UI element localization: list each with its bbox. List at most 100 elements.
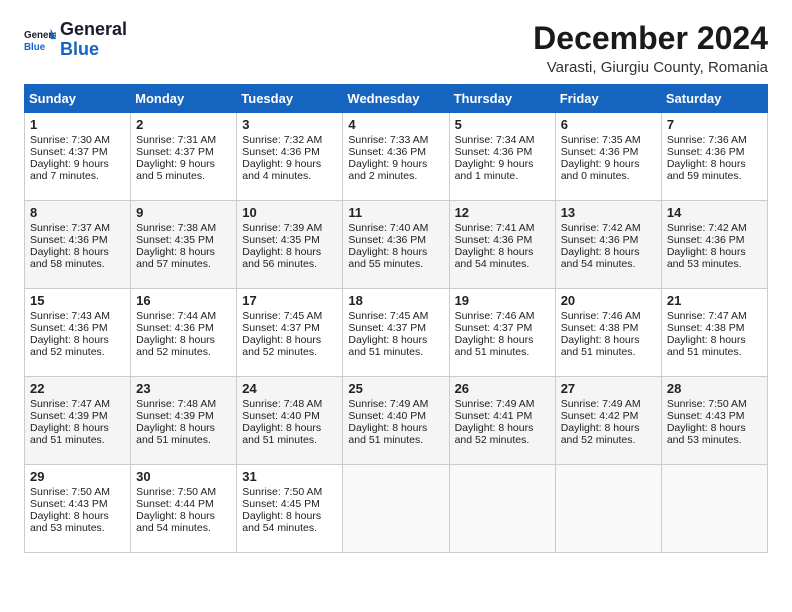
daylight-text: Daylight: 8 hours and 52 minutes. xyxy=(561,422,656,446)
logo-icon: General Blue xyxy=(24,26,56,54)
sunset-text: Sunset: 4:36 PM xyxy=(667,146,762,158)
sunrise-text: Sunrise: 7:47 AM xyxy=(667,310,762,322)
day-number: 4 xyxy=(348,117,443,132)
day-number: 1 xyxy=(30,117,125,132)
sunrise-text: Sunrise: 7:45 AM xyxy=(348,310,443,322)
daylight-text: Daylight: 8 hours and 54 minutes. xyxy=(561,246,656,270)
sunset-text: Sunset: 4:36 PM xyxy=(348,146,443,158)
day-number: 24 xyxy=(242,381,337,396)
day-number: 11 xyxy=(348,205,443,220)
daylight-text: Daylight: 8 hours and 52 minutes. xyxy=(136,334,231,358)
calendar-week-1: 1Sunrise: 7:30 AMSunset: 4:37 PMDaylight… xyxy=(25,113,768,201)
day-number: 2 xyxy=(136,117,231,132)
daylight-text: Daylight: 9 hours and 5 minutes. xyxy=(136,158,231,182)
daylight-text: Daylight: 8 hours and 51 minutes. xyxy=(242,422,337,446)
sunset-text: Sunset: 4:36 PM xyxy=(455,146,550,158)
daylight-text: Daylight: 8 hours and 52 minutes. xyxy=(455,422,550,446)
column-header-wednesday: Wednesday xyxy=(343,85,449,113)
svg-text:Blue: Blue xyxy=(24,42,46,53)
daylight-text: Daylight: 8 hours and 56 minutes. xyxy=(242,246,337,270)
day-number: 27 xyxy=(561,381,656,396)
sunrise-text: Sunrise: 7:30 AM xyxy=(30,134,125,146)
daylight-text: Daylight: 9 hours and 0 minutes. xyxy=(561,158,656,182)
sunrise-text: Sunrise: 7:38 AM xyxy=(136,222,231,234)
daylight-text: Daylight: 8 hours and 54 minutes. xyxy=(242,510,337,534)
sunset-text: Sunset: 4:37 PM xyxy=(136,146,231,158)
day-number: 20 xyxy=(561,293,656,308)
day-number: 14 xyxy=(667,205,762,220)
calendar-cell: 20Sunrise: 7:46 AMSunset: 4:38 PMDayligh… xyxy=(555,289,661,377)
sunset-text: Sunset: 4:36 PM xyxy=(242,146,337,158)
day-number: 7 xyxy=(667,117,762,132)
sunset-text: Sunset: 4:43 PM xyxy=(667,410,762,422)
sunset-text: Sunset: 4:45 PM xyxy=(242,498,337,510)
calendar-cell: 25Sunrise: 7:49 AMSunset: 4:40 PMDayligh… xyxy=(343,377,449,465)
daylight-text: Daylight: 8 hours and 57 minutes. xyxy=(136,246,231,270)
calendar-cell: 30Sunrise: 7:50 AMSunset: 4:44 PMDayligh… xyxy=(131,465,237,553)
calendar-cell: 10Sunrise: 7:39 AMSunset: 4:35 PMDayligh… xyxy=(237,201,343,289)
day-number: 5 xyxy=(455,117,550,132)
location-title: Varasti, Giurgiu County, Romania xyxy=(533,59,768,76)
calendar-body: 1Sunrise: 7:30 AMSunset: 4:37 PMDaylight… xyxy=(25,113,768,553)
sunrise-text: Sunrise: 7:50 AM xyxy=(242,486,337,498)
sunset-text: Sunset: 4:36 PM xyxy=(30,234,125,246)
calendar-header: SundayMondayTuesdayWednesdayThursdayFrid… xyxy=(25,85,768,113)
calendar-cell: 13Sunrise: 7:42 AMSunset: 4:36 PMDayligh… xyxy=(555,201,661,289)
sunset-text: Sunset: 4:36 PM xyxy=(30,322,125,334)
sunset-text: Sunset: 4:36 PM xyxy=(667,234,762,246)
sunset-text: Sunset: 4:41 PM xyxy=(455,410,550,422)
calendar-cell: 27Sunrise: 7:49 AMSunset: 4:42 PMDayligh… xyxy=(555,377,661,465)
daylight-text: Daylight: 8 hours and 52 minutes. xyxy=(242,334,337,358)
day-number: 10 xyxy=(242,205,337,220)
sunset-text: Sunset: 4:40 PM xyxy=(348,410,443,422)
calendar-cell: 6Sunrise: 7:35 AMSunset: 4:36 PMDaylight… xyxy=(555,113,661,201)
day-number: 21 xyxy=(667,293,762,308)
daylight-text: Daylight: 8 hours and 54 minutes. xyxy=(136,510,231,534)
day-number: 25 xyxy=(348,381,443,396)
day-number: 28 xyxy=(667,381,762,396)
day-number: 6 xyxy=(561,117,656,132)
sunrise-text: Sunrise: 7:32 AM xyxy=(242,134,337,146)
calendar-week-3: 15Sunrise: 7:43 AMSunset: 4:36 PMDayligh… xyxy=(25,289,768,377)
calendar-cell: 29Sunrise: 7:50 AMSunset: 4:43 PMDayligh… xyxy=(25,465,131,553)
day-number: 22 xyxy=(30,381,125,396)
day-number: 3 xyxy=(242,117,337,132)
sunset-text: Sunset: 4:43 PM xyxy=(30,498,125,510)
day-number: 26 xyxy=(455,381,550,396)
day-number: 18 xyxy=(348,293,443,308)
daylight-text: Daylight: 8 hours and 55 minutes. xyxy=(348,246,443,270)
sunset-text: Sunset: 4:39 PM xyxy=(30,410,125,422)
column-header-saturday: Saturday xyxy=(661,85,767,113)
sunrise-text: Sunrise: 7:50 AM xyxy=(667,398,762,410)
calendar-cell xyxy=(661,465,767,553)
sunrise-text: Sunrise: 7:40 AM xyxy=(348,222,443,234)
calendar-cell: 5Sunrise: 7:34 AMSunset: 4:36 PMDaylight… xyxy=(449,113,555,201)
daylight-text: Daylight: 8 hours and 54 minutes. xyxy=(455,246,550,270)
day-number: 13 xyxy=(561,205,656,220)
sunrise-text: Sunrise: 7:49 AM xyxy=(561,398,656,410)
daylight-text: Daylight: 9 hours and 4 minutes. xyxy=(242,158,337,182)
logo-blue: Blue xyxy=(60,40,127,60)
calendar-cell: 18Sunrise: 7:45 AMSunset: 4:37 PMDayligh… xyxy=(343,289,449,377)
sunrise-text: Sunrise: 7:50 AM xyxy=(30,486,125,498)
sunrise-text: Sunrise: 7:39 AM xyxy=(242,222,337,234)
calendar-cell: 28Sunrise: 7:50 AMSunset: 4:43 PMDayligh… xyxy=(661,377,767,465)
sunrise-text: Sunrise: 7:46 AM xyxy=(455,310,550,322)
sunset-text: Sunset: 4:39 PM xyxy=(136,410,231,422)
sunrise-text: Sunrise: 7:48 AM xyxy=(242,398,337,410)
calendar-cell xyxy=(555,465,661,553)
day-number: 31 xyxy=(242,469,337,484)
day-number: 29 xyxy=(30,469,125,484)
calendar-cell: 21Sunrise: 7:47 AMSunset: 4:38 PMDayligh… xyxy=(661,289,767,377)
sunset-text: Sunset: 4:38 PM xyxy=(667,322,762,334)
daylight-text: Daylight: 9 hours and 2 minutes. xyxy=(348,158,443,182)
day-number: 17 xyxy=(242,293,337,308)
day-number: 23 xyxy=(136,381,231,396)
calendar-cell: 15Sunrise: 7:43 AMSunset: 4:36 PMDayligh… xyxy=(25,289,131,377)
sunset-text: Sunset: 4:36 PM xyxy=(348,234,443,246)
sunrise-text: Sunrise: 7:43 AM xyxy=(30,310,125,322)
column-header-thursday: Thursday xyxy=(449,85,555,113)
sunset-text: Sunset: 4:40 PM xyxy=(242,410,337,422)
calendar-cell: 31 Sunrise: 7:50 AMSunset: 4:45 PMDayligh… xyxy=(237,465,343,553)
calendar-week-5: 29Sunrise: 7:50 AMSunset: 4:43 PMDayligh… xyxy=(25,465,768,553)
